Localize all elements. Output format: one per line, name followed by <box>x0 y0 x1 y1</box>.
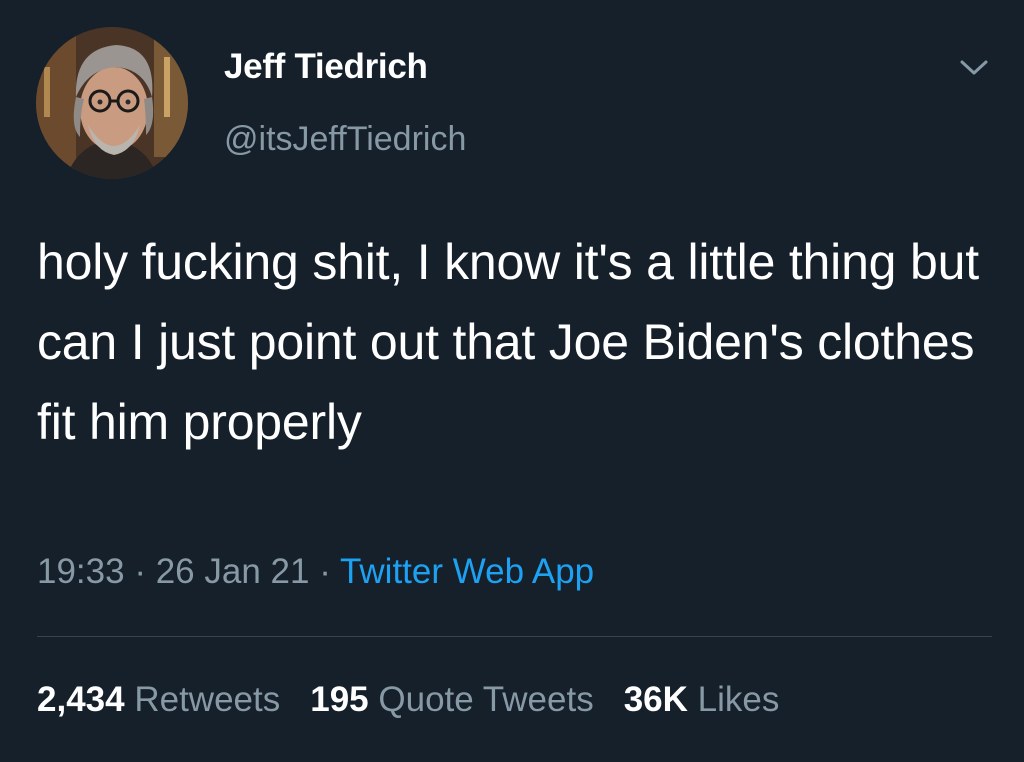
quote-tweets-label: Quote Tweets <box>378 680 594 719</box>
quote-tweets-count: 195 <box>310 680 369 719</box>
tweet-time[interactable]: 19:33 <box>37 552 125 591</box>
tweet-stats: 2,434 Retweets 195 Quote Tweets 36K Likes <box>37 680 809 720</box>
likes-label: Likes <box>697 680 780 719</box>
tweet-meta: 19:33 · 26 Jan 21 · Twitter Web App <box>37 552 594 592</box>
retweets-count: 2,434 <box>37 680 125 719</box>
retweets-stat[interactable]: 2,434 Retweets <box>37 680 280 719</box>
meta-separator: · <box>134 552 146 591</box>
retweets-label: Retweets <box>134 680 281 719</box>
avatar[interactable] <box>36 27 188 179</box>
likes-count: 36K <box>623 680 688 719</box>
tweet-source-link[interactable]: Twitter Web App <box>340 552 594 591</box>
author-handle[interactable]: @itsJeffTiedrich <box>224 120 466 159</box>
author-display-name[interactable]: Jeff Tiedrich <box>224 47 428 87</box>
meta-separator: · <box>319 552 331 591</box>
quote-tweets-stat[interactable]: 195 Quote Tweets <box>310 680 593 719</box>
tweet-date[interactable]: 26 Jan 21 <box>156 552 310 591</box>
avatar-image <box>36 27 188 179</box>
tweet-text: holy fucking shit, I know it's a little … <box>37 234 979 450</box>
likes-stat[interactable]: 36K Likes <box>624 680 780 719</box>
tweet-detail: Jeff Tiedrich @itsJeffTiedrich holy fuck… <box>0 0 1024 762</box>
chevron-down-icon[interactable] <box>954 52 994 84</box>
divider <box>37 636 992 637</box>
